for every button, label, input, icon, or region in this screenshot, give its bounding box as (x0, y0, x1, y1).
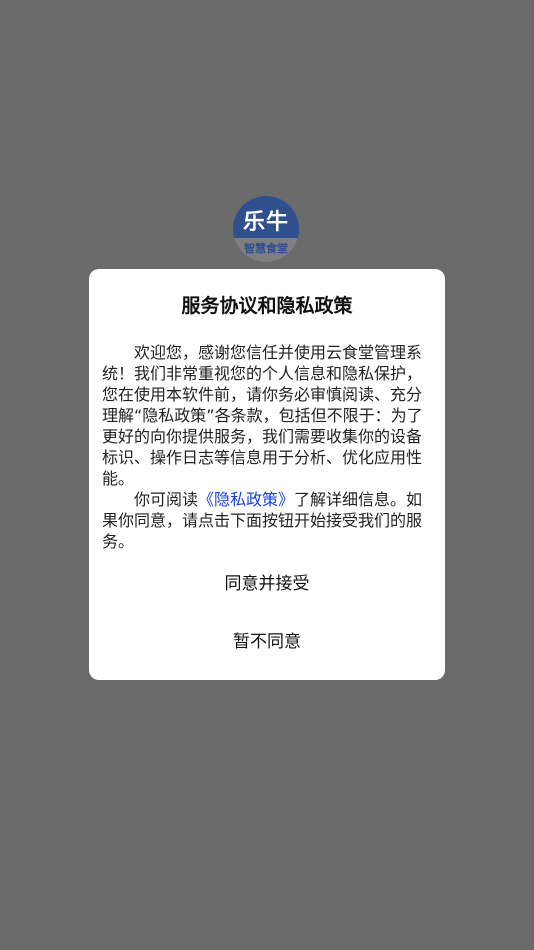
dialog-content: 欢迎您，感谢您信任并使用云食堂管理系统！我们非常重视您的个人信息和隐私保护，您在… (102, 342, 432, 552)
paragraph-2-prefix: 你可阅读 (134, 490, 199, 509)
decline-button[interactable]: 暂不同意 (89, 626, 445, 658)
logo-brand-text: 乐牛 (242, 210, 289, 235)
privacy-policy-link[interactable]: 《隐私政策》 (198, 490, 294, 509)
dialog-paragraph-2: 你可阅读《隐私政策》了解详细信息。如果你同意，请点击下面按钮开始接受我们的服务。 (102, 489, 432, 552)
app-logo: 乐牛 智慧食堂 (233, 196, 299, 262)
agree-button[interactable]: 同意并接受 (89, 568, 445, 600)
dialog-title: 服务协议和隐私政策 (181, 295, 353, 317)
dialog-paragraph-1: 欢迎您，感谢您信任并使用云食堂管理系统！我们非常重视您的个人信息和隐私保护，您在… (102, 343, 423, 488)
privacy-dialog: 服务协议和隐私政策 欢迎您，感谢您信任并使用云食堂管理系统！我们非常重视您的个人… (89, 269, 445, 680)
logo-subtitle: 智慧食堂 (244, 242, 288, 255)
